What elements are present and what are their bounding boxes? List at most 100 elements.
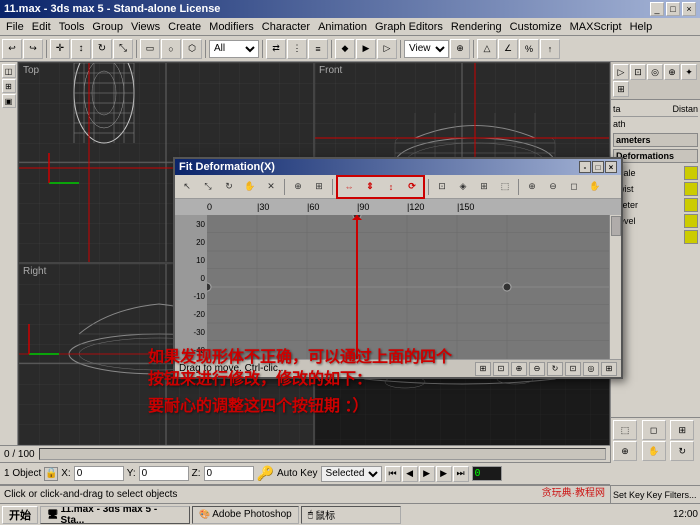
nav-zoom-region[interactable]: ⊞ — [670, 420, 694, 440]
selection-dropdown[interactable]: Selected — [321, 466, 382, 482]
mirror-button[interactable]: ⇄ — [266, 39, 286, 59]
x-input[interactable] — [74, 466, 124, 481]
dialog-tb-rotate[interactable]: ↻ — [219, 178, 239, 196]
dialog-tb-showgrid[interactable]: ⊞ — [474, 178, 494, 196]
named-selection-dropdown[interactable]: All — [209, 40, 259, 58]
spinner-snap-toggle[interactable]: ↑ — [540, 39, 560, 59]
dialog-maximize[interactable]: □ — [592, 161, 604, 173]
panel-tab-motion[interactable]: ⊕ — [664, 64, 680, 80]
prev-frame-button[interactable]: ◀ — [402, 466, 418, 482]
menu-file[interactable]: File — [2, 21, 28, 33]
close-button[interactable]: × — [682, 2, 696, 16]
snap-toggle[interactable]: △ — [477, 39, 497, 59]
dialog-tb-fit[interactable]: ⬚ — [495, 178, 515, 196]
menu-maxscript[interactable]: MAXScript — [566, 21, 626, 33]
panel-tab-utilities[interactable]: ⊞ — [613, 81, 629, 97]
panel-tab-hierarchy[interactable]: ◎ — [647, 64, 663, 80]
dialog-close[interactable]: × — [605, 161, 617, 173]
dialog-tb-showvert[interactable]: ◈ — [453, 178, 473, 196]
goto-end-button[interactable]: ⏭ — [453, 466, 469, 482]
dialog-tb-lock[interactable]: ⊡ — [432, 178, 452, 196]
parameters-rollout[interactable]: ameters — [613, 133, 698, 147]
graph-scrollbar-thumb[interactable] — [611, 216, 621, 236]
dialog-tb-sym-r[interactable]: ⟳ — [402, 178, 422, 196]
select-button[interactable]: ✛ — [50, 39, 70, 59]
panel-tab-display[interactable]: ✦ — [681, 64, 697, 80]
render-scene-button[interactable]: ▶ — [356, 39, 376, 59]
dlg-stat-btn8[interactable]: ⊞ — [601, 362, 617, 376]
dlg-stat-btn4[interactable]: ⊖ — [529, 362, 545, 376]
scale-button[interactable]: ⤡ — [113, 39, 133, 59]
nav-zoom-extents[interactable]: ⬚ — [613, 420, 637, 440]
menu-help[interactable]: Help — [626, 21, 657, 33]
goto-start-button[interactable]: ⏮ — [385, 466, 401, 482]
dialog-tb-sym-h[interactable]: ⇔ — [339, 178, 359, 196]
deform-scale-swatch[interactable] — [684, 166, 698, 180]
start-button[interactable]: 开始 — [2, 506, 38, 524]
pivot-button[interactable]: ⊕ — [450, 39, 470, 59]
menu-rendering[interactable]: Rendering — [447, 21, 506, 33]
left-tb-3[interactable]: ▣ — [2, 94, 16, 108]
taskbar-item-0[interactable]: 🖥 11.max - 3ds max 5 - Sta... — [40, 506, 190, 524]
menu-graph-editors[interactable]: Graph Editors — [371, 21, 447, 33]
dialog-tb-sym-v[interactable]: ⇕ — [360, 178, 380, 196]
menu-animation[interactable]: Animation — [314, 21, 371, 33]
y-input[interactable] — [139, 466, 189, 481]
menu-edit[interactable]: Edit — [28, 21, 55, 33]
dlg-stat-btn6[interactable]: ⊡ — [565, 362, 581, 376]
left-tb-2[interactable]: ⊞ — [2, 79, 16, 93]
panel-tab-create[interactable]: ▷ — [613, 64, 629, 80]
nav-arc-rotate[interactable]: ↻ — [670, 441, 694, 461]
taskbar-item-1[interactable]: 🎨 Adobe Photoshop — [192, 506, 299, 524]
lock-selection-button[interactable]: 🔒 — [44, 467, 58, 481]
percent-snap-toggle[interactable]: % — [519, 39, 539, 59]
next-frame-button[interactable]: ▶ — [436, 466, 452, 482]
panel-tab-modify[interactable]: ⊡ — [630, 64, 646, 80]
ref-coord-dropdown[interactable]: View — [404, 40, 449, 58]
menu-tools[interactable]: Tools — [55, 21, 89, 33]
dialog-minimize[interactable]: - — [579, 161, 591, 173]
dialog-tb-zoomreg[interactable]: ◻ — [564, 178, 584, 196]
dialog-tb-zoomout[interactable]: ⊖ — [543, 178, 563, 196]
angle-snap-toggle[interactable]: ∠ — [498, 39, 518, 59]
dialog-tb-zoom[interactable]: ⊕ — [522, 178, 542, 196]
menu-modifiers[interactable]: Modifiers — [205, 21, 258, 33]
z-input[interactable] — [204, 466, 254, 481]
quick-render-button[interactable]: ▷ — [377, 39, 397, 59]
menu-character[interactable]: Character — [258, 21, 314, 33]
dlg-stat-btn5[interactable]: ↻ — [547, 362, 563, 376]
circle-select[interactable]: ○ — [161, 39, 181, 59]
menu-group[interactable]: Group — [88, 21, 127, 33]
dialog-tb-insertcorner[interactable]: ⊕ — [288, 178, 308, 196]
graph-scrollbar[interactable] — [609, 215, 621, 359]
move-button[interactable]: ↕ — [71, 39, 91, 59]
nav-zoom-selected[interactable]: ◻ — [642, 420, 666, 440]
nav-pan[interactable]: ✋ — [642, 441, 666, 461]
dialog-tb-sym-d[interactable]: ↕ — [381, 178, 401, 196]
menu-create[interactable]: Create — [164, 21, 205, 33]
deform-bevel-swatch[interactable] — [684, 214, 698, 228]
maximize-button[interactable]: □ — [666, 2, 680, 16]
rectangle-select[interactable]: ▭ — [140, 39, 160, 59]
deform-teeter-swatch[interactable] — [684, 198, 698, 212]
material-editor-button[interactable]: ◆ — [335, 39, 355, 59]
dlg-stat-btn3[interactable]: ⊕ — [511, 362, 527, 376]
dialog-tb-move[interactable]: ↖ — [177, 178, 197, 196]
nav-field-of-view[interactable]: ⊕ — [613, 441, 637, 461]
menu-views[interactable]: Views — [127, 21, 164, 33]
taskbar-item-2[interactable]: 🖱 鼠标 — [301, 506, 401, 524]
deformations-rollout[interactable]: Deformations — [613, 149, 698, 163]
timeline-track[interactable] — [39, 448, 606, 460]
left-tb-1[interactable]: ◫ — [2, 64, 16, 78]
dialog-tb-scale[interactable]: ⤡ — [198, 178, 218, 196]
array-button[interactable]: ⋮ — [287, 39, 307, 59]
fence-select[interactable]: ⬡ — [182, 39, 202, 59]
dlg-stat-btn7[interactable]: ◎ — [583, 362, 599, 376]
dialog-tb-delete[interactable]: ✕ — [261, 178, 281, 196]
menu-customize[interactable]: Customize — [506, 21, 566, 33]
rotate-button[interactable]: ↻ — [92, 39, 112, 59]
play-button[interactable]: ▶ — [419, 466, 435, 482]
frame-input[interactable] — [472, 466, 502, 481]
minimize-button[interactable]: _ — [650, 2, 664, 16]
dialog-tb-pan[interactable]: ✋ — [240, 178, 260, 196]
